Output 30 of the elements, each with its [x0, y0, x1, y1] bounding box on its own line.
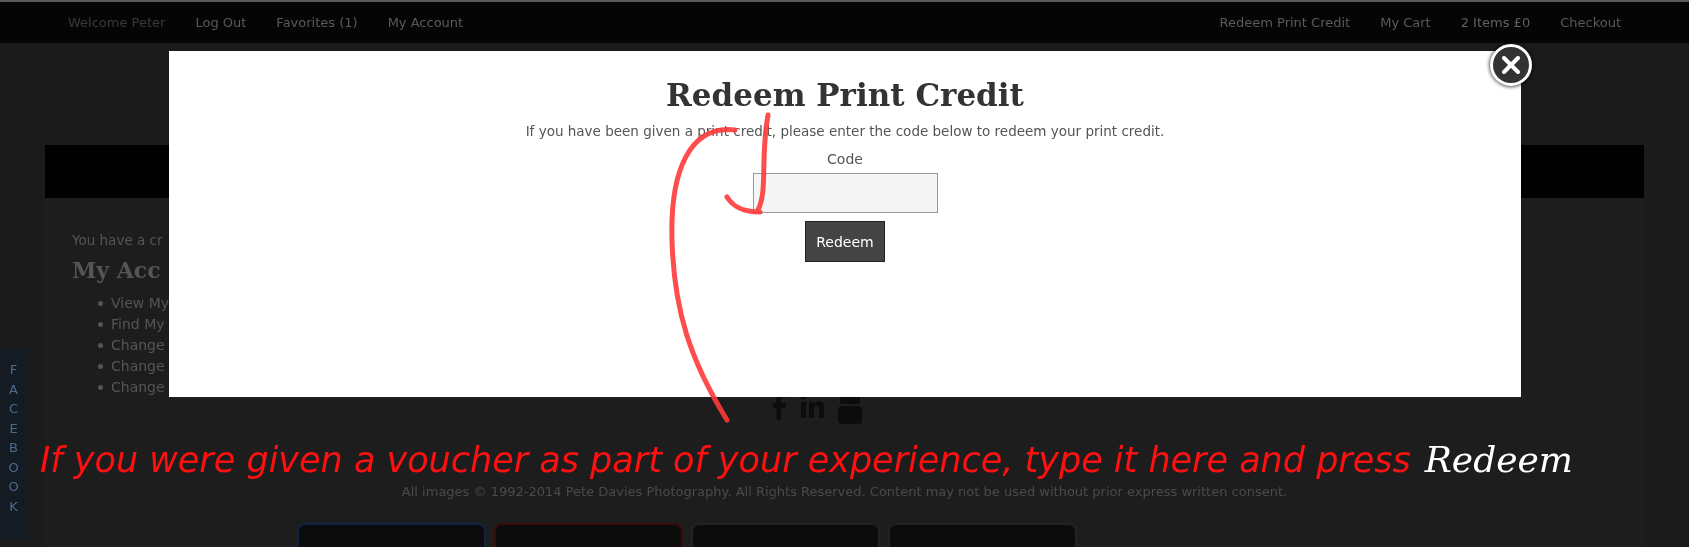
nav-link[interactable]: Log Out — [195, 15, 247, 30]
account-link[interactable]: Find My — [111, 314, 165, 335]
redeem-button[interactable]: Redeem — [805, 221, 885, 262]
field-label: Code — [827, 151, 863, 167]
bullet-icon — [98, 385, 103, 390]
nav-link[interactable]: Redeem Print Credit — [1219, 15, 1351, 30]
close-icon — [1502, 56, 1520, 74]
cart-count: 2 Items £0 — [1460, 15, 1531, 30]
bullet-icon — [98, 322, 103, 327]
nav-link[interactable]: Favorites (1) — [276, 15, 358, 30]
account-link[interactable]: Change — [111, 356, 165, 377]
credit-notice: You have a cr — [72, 232, 163, 248]
account-link[interactable]: Change — [111, 377, 165, 398]
bullet-icon — [98, 343, 103, 348]
account-link[interactable]: Change — [111, 335, 165, 356]
linkedin-icon[interactable] — [799, 394, 824, 418]
account-link[interactable]: View My — [111, 293, 170, 314]
nav-link[interactable]: My Account — [387, 15, 464, 30]
modal-title: Redeem Print Credit — [666, 77, 1024, 113]
annotation-text: If you were given a voucher as part of your experience, type it here and press — [40, 441, 1411, 480]
nav-link[interactable]: Checkout — [1560, 15, 1621, 30]
nav-link[interactable]: My Cart — [1380, 15, 1431, 30]
close-button[interactable] — [1490, 44, 1532, 86]
side-tab-label: FACEBOOK — [7, 361, 20, 516]
side-tab[interactable]: FACEBOOK — [0, 348, 27, 540]
bullet-icon — [98, 364, 103, 369]
annotation-highlight: Redeem — [1424, 440, 1573, 480]
bullet-icon — [98, 301, 103, 306]
account-heading: My Acc — [72, 257, 161, 283]
code-field[interactable] — [752, 173, 938, 213]
